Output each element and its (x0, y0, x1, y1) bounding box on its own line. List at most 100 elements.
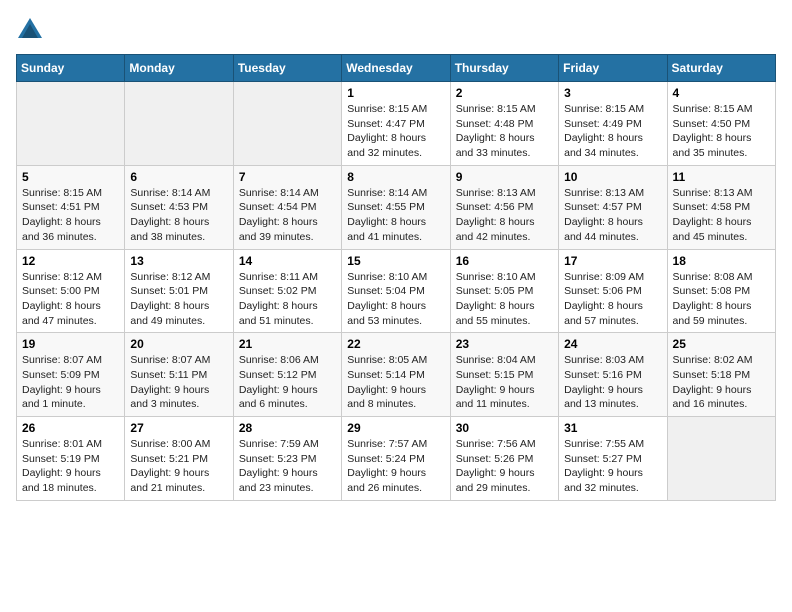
header-tuesday: Tuesday (233, 55, 341, 82)
day-number: 20 (130, 337, 227, 351)
calendar-cell: 22 Sunrise: 8:05 AM Sunset: 5:14 PM Dayli… (342, 333, 450, 417)
calendar-cell: 2 Sunrise: 8:15 AM Sunset: 4:48 PM Daylig… (450, 82, 558, 166)
day-info: Sunrise: 8:13 AM Sunset: 4:57 PM Dayligh… (564, 186, 661, 245)
day-info: Sunrise: 8:15 AM Sunset: 4:49 PM Dayligh… (564, 102, 661, 161)
header-sunday: Sunday (17, 55, 125, 82)
calendar-cell: 17Sunrise: 8:09 AM Sunset: 5:06 PM Dayli… (559, 249, 667, 333)
calendar-table: SundayMondayTuesdayWednesdayThursdayFrid… (16, 54, 776, 501)
day-number: 26 (22, 421, 119, 435)
day-number: 23 (456, 337, 553, 351)
calendar-cell: 1 Sunrise: 8:15 AM Sunset: 4:47 PM Daylig… (342, 82, 450, 166)
day-info: Sunrise: 8:03 AM Sunset: 5:16 PM Dayligh… (564, 353, 661, 412)
day-number: 16 (456, 254, 553, 268)
day-number: 5 (22, 170, 119, 184)
day-info: Sunrise: 7:59 AM Sunset: 5:23 PM Dayligh… (239, 437, 336, 496)
day-info: Sunrise: 7:57 AM Sunset: 5:24 PM Dayligh… (347, 437, 444, 496)
calendar-cell: 24Sunrise: 8:03 AM Sunset: 5:16 PM Dayli… (559, 333, 667, 417)
calendar-cell: 27 Sunrise: 8:00 AM Sunset: 5:21 PM Dayli… (125, 417, 233, 501)
day-info: Sunrise: 8:15 AM Sunset: 4:51 PM Dayligh… (22, 186, 119, 245)
day-info: Sunrise: 8:15 AM Sunset: 4:47 PM Dayligh… (347, 102, 444, 161)
calendar-cell: 8 Sunrise: 8:14 AM Sunset: 4:55 PM Daylig… (342, 165, 450, 249)
page-header (16, 16, 776, 44)
day-number: 31 (564, 421, 661, 435)
calendar-cell: 16Sunrise: 8:10 AM Sunset: 5:05 PM Dayli… (450, 249, 558, 333)
day-info: Sunrise: 8:12 AM Sunset: 5:01 PM Dayligh… (130, 270, 227, 329)
day-number: 4 (673, 86, 770, 100)
day-info: Sunrise: 8:07 AM Sunset: 5:11 PM Dayligh… (130, 353, 227, 412)
calendar-cell: 28 Sunrise: 7:59 AM Sunset: 5:23 PM Dayli… (233, 417, 341, 501)
day-info: Sunrise: 7:55 AM Sunset: 5:27 PM Dayligh… (564, 437, 661, 496)
day-info: Sunrise: 8:08 AM Sunset: 5:08 PM Dayligh… (673, 270, 770, 329)
calendar-cell (233, 82, 341, 166)
calendar-cell: 3 Sunrise: 8:15 AM Sunset: 4:49 PM Daylig… (559, 82, 667, 166)
day-info: Sunrise: 8:04 AM Sunset: 5:15 PM Dayligh… (456, 353, 553, 412)
header-thursday: Thursday (450, 55, 558, 82)
day-info: Sunrise: 8:05 AM Sunset: 5:14 PM Dayligh… (347, 353, 444, 412)
day-number: 13 (130, 254, 227, 268)
day-number: 19 (22, 337, 119, 351)
day-number: 10 (564, 170, 661, 184)
day-info: Sunrise: 8:14 AM Sunset: 4:55 PM Dayligh… (347, 186, 444, 245)
calendar-cell: 9 Sunrise: 8:13 AM Sunset: 4:56 PM Daylig… (450, 165, 558, 249)
day-number: 29 (347, 421, 444, 435)
calendar-cell: 13 Sunrise: 8:12 AM Sunset: 5:01 PM Dayli… (125, 249, 233, 333)
day-info: Sunrise: 8:06 AM Sunset: 5:12 PM Dayligh… (239, 353, 336, 412)
logo (16, 16, 48, 44)
day-number: 25 (673, 337, 770, 351)
day-number: 6 (130, 170, 227, 184)
day-info: Sunrise: 8:14 AM Sunset: 4:53 PM Dayligh… (130, 186, 227, 245)
day-info: Sunrise: 8:00 AM Sunset: 5:21 PM Dayligh… (130, 437, 227, 496)
calendar-cell: 29 Sunrise: 7:57 AM Sunset: 5:24 PM Dayli… (342, 417, 450, 501)
day-number: 8 (347, 170, 444, 184)
day-number: 21 (239, 337, 336, 351)
day-info: Sunrise: 8:09 AM Sunset: 5:06 PM Dayligh… (564, 270, 661, 329)
day-info: Sunrise: 8:13 AM Sunset: 4:56 PM Dayligh… (456, 186, 553, 245)
day-number: 7 (239, 170, 336, 184)
calendar-cell: 7 Sunrise: 8:14 AM Sunset: 4:54 PM Daylig… (233, 165, 341, 249)
calendar-cell: 21 Sunrise: 8:06 AM Sunset: 5:12 PM Dayli… (233, 333, 341, 417)
day-info: Sunrise: 8:11 AM Sunset: 5:02 PM Dayligh… (239, 270, 336, 329)
day-number: 27 (130, 421, 227, 435)
day-number: 11 (673, 170, 770, 184)
day-info: Sunrise: 8:01 AM Sunset: 5:19 PM Dayligh… (22, 437, 119, 496)
header-friday: Friday (559, 55, 667, 82)
day-info: Sunrise: 8:15 AM Sunset: 4:48 PM Dayligh… (456, 102, 553, 161)
calendar-cell: 31 Sunrise: 7:55 AM Sunset: 5:27 PM Dayli… (559, 417, 667, 501)
calendar-cell: 4 Sunrise: 8:15 AM Sunset: 4:50 PM Daylig… (667, 82, 775, 166)
header-wednesday: Wednesday (342, 55, 450, 82)
day-number: 15 (347, 254, 444, 268)
calendar-cell: 26 Sunrise: 8:01 AM Sunset: 5:19 PM Dayli… (17, 417, 125, 501)
day-info: Sunrise: 8:14 AM Sunset: 4:54 PM Dayligh… (239, 186, 336, 245)
calendar-week-row: 26 Sunrise: 8:01 AM Sunset: 5:19 PM Dayli… (17, 417, 776, 501)
day-number: 9 (456, 170, 553, 184)
calendar-cell: 30Sunrise: 7:56 AM Sunset: 5:26 PM Dayli… (450, 417, 558, 501)
day-info: Sunrise: 8:13 AM Sunset: 4:58 PM Dayligh… (673, 186, 770, 245)
day-info: Sunrise: 8:02 AM Sunset: 5:18 PM Dayligh… (673, 353, 770, 412)
day-number: 1 (347, 86, 444, 100)
calendar-cell: 20 Sunrise: 8:07 AM Sunset: 5:11 PM Dayli… (125, 333, 233, 417)
calendar-cell: 12Sunrise: 8:12 AM Sunset: 5:00 PM Dayli… (17, 249, 125, 333)
day-info: Sunrise: 7:56 AM Sunset: 5:26 PM Dayligh… (456, 437, 553, 496)
calendar-cell: 23 Sunrise: 8:04 AM Sunset: 5:15 PM Dayli… (450, 333, 558, 417)
day-number: 28 (239, 421, 336, 435)
day-info: Sunrise: 8:15 AM Sunset: 4:50 PM Dayligh… (673, 102, 770, 161)
calendar-week-row: 12Sunrise: 8:12 AM Sunset: 5:00 PM Dayli… (17, 249, 776, 333)
calendar-week-row: 19Sunrise: 8:07 AM Sunset: 5:09 PM Dayli… (17, 333, 776, 417)
header-saturday: Saturday (667, 55, 775, 82)
day-number: 14 (239, 254, 336, 268)
calendar-cell: 10 Sunrise: 8:13 AM Sunset: 4:57 PM Dayli… (559, 165, 667, 249)
calendar-week-row: 1 Sunrise: 8:15 AM Sunset: 4:47 PM Daylig… (17, 82, 776, 166)
calendar-cell: 25 Sunrise: 8:02 AM Sunset: 5:18 PM Dayli… (667, 333, 775, 417)
calendar-cell: 18Sunrise: 8:08 AM Sunset: 5:08 PM Dayli… (667, 249, 775, 333)
calendar-cell (667, 417, 775, 501)
calendar-cell: 15 Sunrise: 8:10 AM Sunset: 5:04 PM Dayli… (342, 249, 450, 333)
day-info: Sunrise: 8:10 AM Sunset: 5:04 PM Dayligh… (347, 270, 444, 329)
calendar-cell: 5 Sunrise: 8:15 AM Sunset: 4:51 PM Daylig… (17, 165, 125, 249)
day-number: 22 (347, 337, 444, 351)
day-number: 12 (22, 254, 119, 268)
day-number: 3 (564, 86, 661, 100)
calendar-cell: 6 Sunrise: 8:14 AM Sunset: 4:53 PM Daylig… (125, 165, 233, 249)
day-number: 2 (456, 86, 553, 100)
calendar-cell: 19Sunrise: 8:07 AM Sunset: 5:09 PM Dayli… (17, 333, 125, 417)
logo-icon (16, 16, 44, 44)
